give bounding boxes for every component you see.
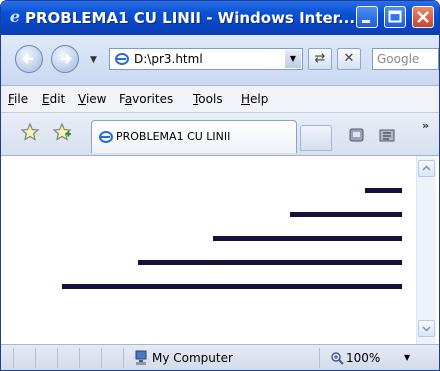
- zoom-dropdown-icon[interactable]: ▼: [404, 353, 410, 362]
- window-title: PROBLEMA1 CU LINII - Windows Inter...: [25, 9, 356, 27]
- history-dropdown-icon[interactable]: ▼: [90, 55, 97, 65]
- address-text[interactable]: D:\pr3.html: [134, 52, 203, 66]
- search-input[interactable]: Google: [372, 48, 439, 70]
- more-tools-icon[interactable]: »: [422, 119, 429, 132]
- status-divider: [101, 348, 102, 368]
- address-dropdown-icon[interactable]: ▼: [285, 50, 301, 68]
- ie-page-icon: [115, 53, 129, 65]
- back-button[interactable]: [15, 45, 43, 73]
- status-bar: My Computer 100% ▼: [1, 344, 439, 370]
- ie-logo-icon: e: [9, 7, 21, 26]
- forward-button[interactable]: [51, 45, 79, 73]
- feeds-icon[interactable]: [377, 126, 397, 144]
- scroll-up-button[interactable]: [418, 160, 435, 177]
- status-divider: [13, 348, 14, 368]
- horizontal-line: [213, 236, 402, 241]
- stop-button[interactable]: ✕: [337, 48, 361, 70]
- home-icon[interactable]: [347, 126, 367, 144]
- menu-view[interactable]: View: [78, 92, 106, 106]
- title-bar[interactable]: e PROBLEMA1 CU LINII - Windows Inter...: [1, 1, 439, 35]
- menu-tools[interactable]: Tools: [193, 92, 223, 106]
- vertical-scrollbar[interactable]: [416, 156, 436, 344]
- browser-window: e PROBLEMA1 CU LINII - Windows Inter... …: [0, 0, 440, 371]
- maximize-button[interactable]: [384, 6, 406, 28]
- zoom-level[interactable]: 100%: [346, 351, 380, 365]
- page-content: [1, 156, 439, 344]
- status-divider: [319, 348, 320, 368]
- status-divider: [57, 348, 58, 368]
- add-favorite-icon[interactable]: [52, 122, 72, 142]
- scroll-down-button[interactable]: [418, 320, 435, 337]
- address-bar[interactable]: D:\pr3.html ▼: [109, 48, 303, 70]
- menu-edit[interactable]: Edit: [42, 92, 65, 106]
- horizontal-line: [365, 188, 402, 193]
- refresh-button[interactable]: ⇄: [308, 48, 332, 70]
- menu-bar: File Edit View Favorites Tools Help: [1, 86, 439, 113]
- close-button[interactable]: [412, 6, 434, 28]
- favorites-star-icon[interactable]: [20, 122, 40, 142]
- tab-active[interactable]: PROBLEMA1 CU LINII: [91, 120, 297, 153]
- zoom-icon[interactable]: [330, 351, 344, 365]
- status-divider: [35, 348, 36, 368]
- horizontal-line: [290, 212, 402, 217]
- status-divider: [79, 348, 80, 368]
- new-tab-button[interactable]: [300, 125, 332, 151]
- tab-label: PROBLEMA1 CU LINII: [116, 130, 231, 143]
- menu-file[interactable]: File: [8, 92, 28, 106]
- menu-help[interactable]: Help: [241, 92, 268, 106]
- horizontal-line: [138, 260, 402, 265]
- minimize-button[interactable]: [356, 6, 378, 28]
- menu-favorites[interactable]: Favorites: [119, 92, 173, 106]
- computer-zone-icon: [135, 350, 147, 365]
- tab-bar: PROBLEMA1 CU LINII »: [1, 113, 439, 156]
- security-zone-text: My Computer: [152, 351, 233, 365]
- ie-page-icon: [99, 131, 113, 143]
- horizontal-line: [62, 284, 402, 289]
- navigation-bar: ▼ D:\pr3.html ▼ ⇄ ✕ Google: [1, 35, 439, 86]
- status-divider: [123, 348, 124, 368]
